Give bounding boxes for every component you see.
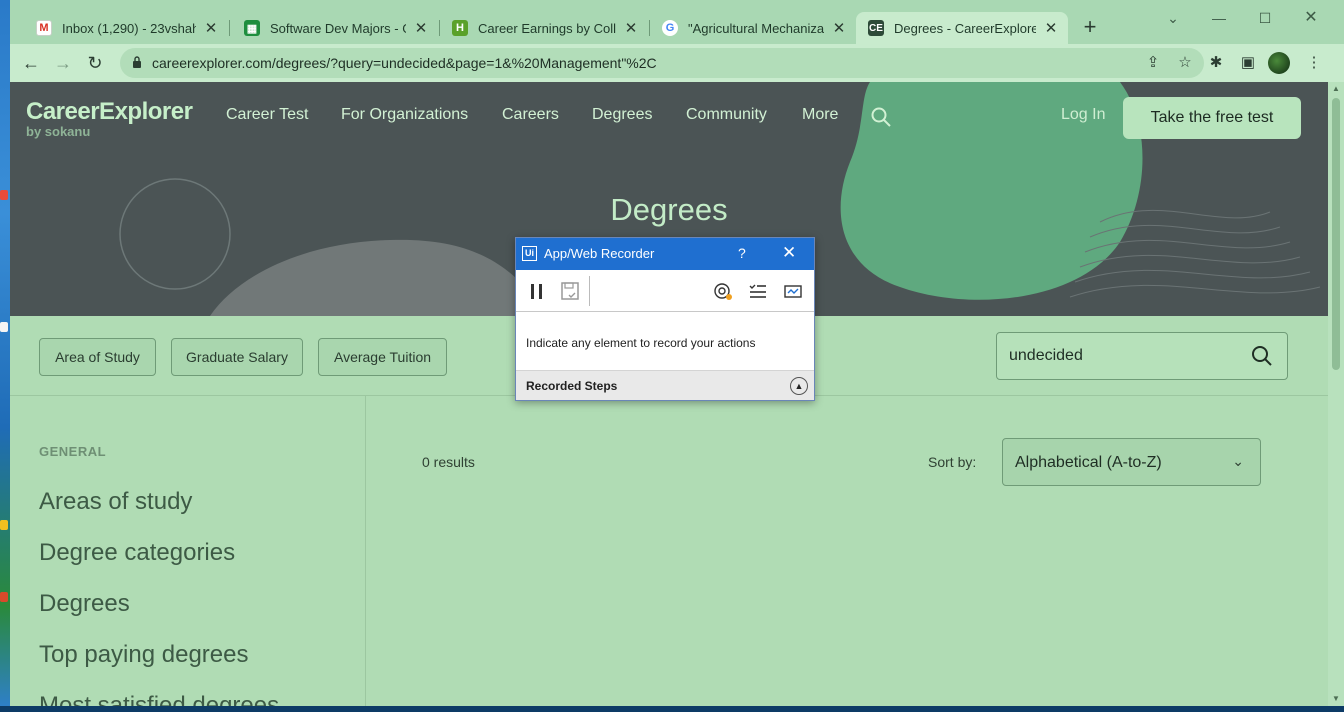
search-input-value: undecided: [1009, 347, 1083, 364]
sidebar-item-degrees[interactable]: Degrees: [39, 590, 130, 618]
nav-more[interactable]: More: [802, 106, 838, 124]
screen-scraping-icon[interactable]: [782, 280, 804, 302]
extensions-icon[interactable]: ✱: [1204, 52, 1228, 74]
sort-select-value: Alphabetical (A-to-Z): [1015, 454, 1162, 471]
browser-toolbar: ← → ↻ careerexplorer.com/degrees/?query=…: [10, 44, 1344, 82]
recorder-toolbar: [516, 270, 814, 312]
collapse-chevron-up-icon[interactable]: ▲: [790, 377, 808, 395]
tab-title: Software Dev Majors - Goo: [270, 20, 406, 36]
tab-title: Degrees - CareerExplorer: [894, 20, 1036, 36]
filter-graduate-salary-button[interactable]: Graduate Salary: [171, 338, 303, 376]
sidebar: GENERAL Areas of study Degree categories…: [10, 396, 366, 706]
tab-gmail[interactable]: M Inbox (1,290) - 23vshah@cv ✕: [24, 12, 228, 44]
close-tab-icon[interactable]: ✕: [412, 19, 430, 37]
reload-button[interactable]: ↻: [82, 51, 108, 75]
results-count: 0 results: [422, 454, 475, 470]
tab-career-earnings[interactable]: H Career Earnings by College ✕: [440, 12, 648, 44]
help-button[interactable]: ?: [738, 245, 746, 261]
search-icon[interactable]: [870, 106, 892, 128]
sidebar-item-top-paying-degrees[interactable]: Top paying degrees: [39, 641, 248, 669]
sidebar-item-most-satisfied-degrees[interactable]: Most satisfied degrees: [39, 692, 279, 706]
close-window-button[interactable]: ✕: [1288, 6, 1334, 30]
page-title: Degrees: [610, 192, 728, 227]
taskbar: [0, 706, 1344, 712]
tab-title: Inbox (1,290) - 23vshah@cv: [62, 20, 196, 36]
tab-title: "Agricultural Mechanization: [688, 20, 824, 36]
lock-icon: [133, 56, 141, 68]
chevron-down-icon: ⌄: [1232, 453, 1244, 469]
careerexplorer-icon: CE: [868, 20, 884, 36]
desktop-icon[interactable]: [0, 520, 8, 530]
sheets-icon: ▦: [244, 20, 260, 36]
close-dialog-button[interactable]: ✕: [782, 243, 796, 263]
steps-list-icon[interactable]: [747, 280, 769, 302]
scroll-up-icon[interactable]: ▲: [1328, 82, 1344, 96]
logo-subtext: by sokanu: [26, 124, 91, 139]
desktop-icon[interactable]: [0, 190, 8, 200]
close-tab-icon[interactable]: ✕: [830, 19, 848, 37]
pause-icon[interactable]: [526, 280, 548, 302]
close-tab-icon[interactable]: ✕: [622, 19, 640, 37]
tab-separator: [229, 20, 230, 36]
take-free-test-button[interactable]: Take the free test: [1123, 97, 1301, 139]
browser-menu-icon[interactable]: ⋮: [1302, 52, 1326, 74]
scroll-down-icon[interactable]: ▼: [1328, 692, 1344, 706]
back-button[interactable]: ←: [18, 51, 44, 75]
forward-button[interactable]: →: [50, 51, 76, 75]
tab-sheets[interactable]: ▦ Software Dev Majors - Goo ✕: [232, 12, 438, 44]
sidebar-heading: GENERAL: [39, 444, 107, 459]
target-element-icon[interactable]: [712, 280, 734, 302]
tab-careerexplorer[interactable]: CE Degrees - CareerExplorer ✕: [856, 12, 1068, 44]
dialog-title: App/Web Recorder: [544, 246, 655, 261]
new-tab-button[interactable]: +: [1078, 14, 1102, 42]
login-link[interactable]: Log In: [1061, 106, 1105, 124]
desktop-icon[interactable]: [0, 322, 8, 332]
nav-careers[interactable]: Careers: [502, 106, 559, 124]
close-tab-icon[interactable]: ✕: [1042, 19, 1060, 37]
url-text: careerexplorer.com/degrees/?query=undeci…: [152, 55, 657, 71]
share-icon[interactable]: ⇪: [1142, 53, 1164, 73]
save-icon[interactable]: [559, 280, 581, 302]
dialog-titlebar[interactable]: Ui App/Web Recorder ? ✕: [516, 238, 814, 270]
desktop-background: [0, 0, 10, 712]
recorded-steps-header[interactable]: Recorded Steps ▲: [516, 370, 814, 400]
recorder-instruction: Indicate any element to record your acti…: [526, 336, 756, 350]
toolbar-divider: [589, 276, 590, 306]
logo-text: CareerExplorer: [26, 98, 193, 125]
filter-average-tuition-button[interactable]: Average Tuition: [318, 338, 447, 376]
nav-community[interactable]: Community: [686, 106, 767, 124]
nav-degrees[interactable]: Degrees: [592, 106, 652, 124]
minimize-button[interactable]: —: [1196, 6, 1242, 30]
filter-area-of-study-button[interactable]: Area of Study: [39, 338, 156, 376]
degree-search-input[interactable]: undecided: [996, 332, 1288, 380]
app-web-recorder-dialog: Ui App/Web Recorder ? ✕ Indicate any ele…: [515, 237, 815, 401]
search-icon[interactable]: [1251, 345, 1273, 367]
sort-select[interactable]: Alphabetical (A-to-Z) ⌄: [1002, 438, 1261, 486]
close-tab-icon[interactable]: ✕: [202, 19, 220, 37]
tab-strip: M Inbox (1,290) - 23vshah@cv ✕ ▦ Softwar…: [10, 0, 1344, 46]
sort-label: Sort by:: [928, 454, 977, 470]
bookmark-star-icon[interactable]: ☆: [1174, 53, 1196, 73]
tab-search-icon[interactable]: ⌄: [1150, 6, 1196, 30]
gmail-icon: M: [36, 20, 52, 36]
maximize-button[interactable]: ☐: [1242, 6, 1288, 30]
tab-title: Career Earnings by College: [478, 20, 616, 36]
desktop-icon[interactable]: [0, 592, 8, 602]
recorded-steps-label: Recorded Steps: [526, 379, 618, 393]
nav-career-test[interactable]: Career Test: [226, 106, 308, 124]
page-scrollbar[interactable]: ▲ ▼: [1328, 82, 1344, 706]
sidebar-item-areas-of-study[interactable]: Areas of study: [39, 488, 192, 516]
uipath-logo-icon: Ui: [522, 246, 537, 261]
nav-for-organizations[interactable]: For Organizations: [341, 106, 468, 124]
sidebar-item-degree-categories[interactable]: Degree categories: [39, 539, 235, 567]
site-logo[interactable]: CareerExplorer by sokanu: [26, 98, 193, 139]
address-bar[interactable]: careerexplorer.com/degrees/?query=undeci…: [120, 48, 1204, 78]
tab-google-search[interactable]: G "Agricultural Mechanization ✕: [650, 12, 856, 44]
google-icon: G: [662, 20, 678, 36]
h-site-icon: H: [452, 20, 468, 36]
side-panel-icon[interactable]: ▣: [1236, 52, 1260, 74]
scrollbar-thumb[interactable]: [1332, 98, 1340, 370]
profile-avatar[interactable]: [1268, 52, 1290, 74]
